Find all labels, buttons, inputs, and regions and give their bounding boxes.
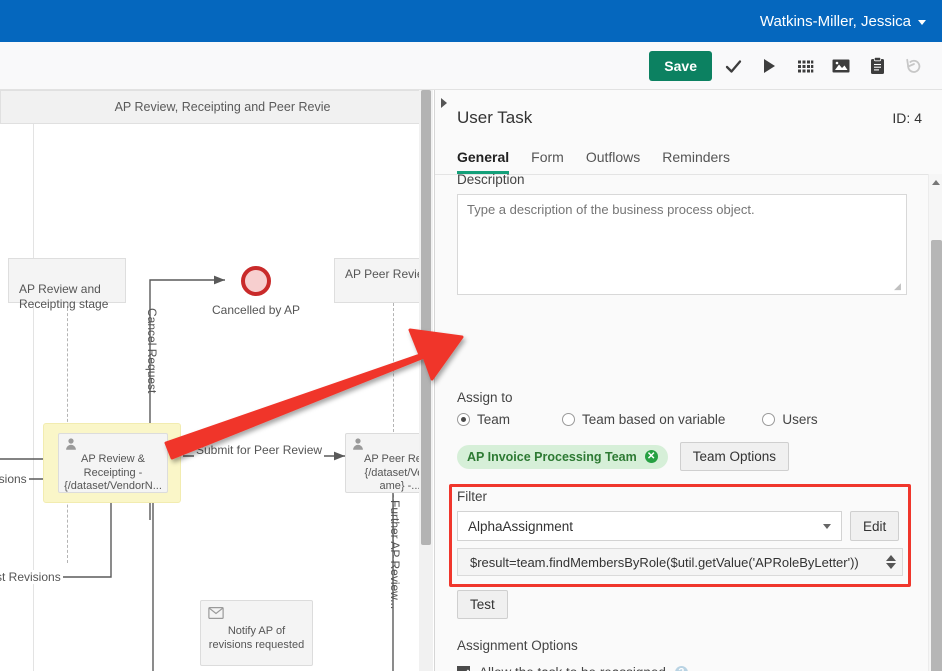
editor-toolbar: Save [0,42,942,90]
task-node-notify-ap[interactable]: Notify AP of revisions requested [200,600,313,666]
application-window: Watkins-Miller, Jessica Save AP Review, … [0,0,942,671]
canvas-scrollbar-thumb[interactable] [421,90,431,545]
flow-label-cancel-request: Cancel Request [145,308,159,394]
send-mail-icon [208,607,224,619]
swimlane-title: AP Review, Receipting and Peer Revie [114,100,331,114]
radio-option-users[interactable]: Users [762,412,818,427]
expression-stepper[interactable] [886,555,896,569]
panel-scrollbar-thumb[interactable] [931,240,942,671]
filter-expression-input[interactable]: $result=team.findMembersByRole($util.get… [457,548,903,576]
flow-label-submit-peer-review: Submit for Peer Review [194,443,325,457]
panel-header: User Task ID: 4 [435,90,942,145]
radio-option-team[interactable]: Team [457,412,510,427]
team-chip[interactable]: AP Invoice Processing Team ✕ [457,444,668,469]
panel-content: Description ◢ Assign to Team Team based … [435,174,928,671]
swimlane-header: AP Review, Receipting and Peer Revie [13,90,433,124]
radio-icon[interactable] [762,413,776,426]
user-name-label: Watkins-Miller, Jessica [759,12,911,30]
end-event-cancelled-by-ap[interactable] [241,266,271,296]
close-icon[interactable]: ✕ [644,450,658,463]
option-allow-reassign: Allow the task to be reassigned ? [457,665,688,671]
filter-edit-button[interactable]: Edit [850,511,900,541]
play-run-icon[interactable] [754,50,784,82]
end-event-label: Cancelled by AP [212,303,301,317]
flow-label-request-revisions: st Revisions [0,570,63,584]
task-node-label: AP Review & Receipting - {/dataset/Vendo… [64,453,162,492]
radio-option-team-variable[interactable]: Team based on variable [562,412,725,427]
checkbox-icon[interactable] [457,666,470,671]
chevron-down-icon [823,523,831,529]
filter-expression-value: $result=team.findMembersByRole($util.get… [470,554,859,570]
image-export-icon[interactable] [826,50,856,82]
undo-revert-icon[interactable] [898,50,928,82]
filter-select-row: AlphaAssignment Edit [457,511,900,541]
radio-icon[interactable] [457,413,470,426]
panel-tabs: General Form Outflows Reminders [435,145,942,175]
lane-divider [33,124,34,671]
team-selection-row: AP Invoice Processing Team ✕ Team Option… [457,442,790,471]
caret-up-icon[interactable] [886,555,896,561]
user-account-menu[interactable]: Watkins-Miller, Jessica [760,0,926,42]
description-label: Description [457,174,525,187]
chevron-down-icon [918,19,926,25]
tab-general[interactable]: General [457,149,510,174]
tab-form[interactable]: Form [531,149,564,174]
top-navigation-bar: Watkins-Miller, Jessica [0,0,942,42]
description-input[interactable] [457,194,907,295]
diagram-connectors [0,275,399,671]
clipboard-icon[interactable] [862,50,892,82]
process-diagram-canvas[interactable]: AP Review, Receipting and Peer Revie AP … [0,90,433,671]
tab-reminders[interactable]: Reminders [662,149,730,174]
user-task-icon [353,438,363,450]
assign-to-radio-group: Team Team based on variable Users [457,412,818,427]
radio-label: Users [782,412,818,427]
grid-icon[interactable] [790,50,820,82]
team-chip-label: AP Invoice Processing Team [467,449,637,464]
panel-vertical-scrollbar[interactable] [928,174,942,671]
task-node-ap-review-receipting[interactable]: AP Review & Receipting - {/dataset/Vendo… [58,433,168,493]
phase-box-ap-review[interactable]: AP Review and Receipting stage [8,258,126,311]
tab-outflows[interactable]: Outflows [586,149,640,174]
team-options-button[interactable]: Team Options [679,442,790,471]
task-node-label: Notify AP of revisions requested [208,625,305,651]
save-button[interactable]: Save [649,51,712,81]
properties-panel: User Task ID: 4 General Form Outflows Re… [434,90,942,671]
assign-to-label: Assign to [457,390,513,405]
user-task-icon [66,438,76,450]
radio-label: Team [477,412,511,427]
filter-select[interactable]: AlphaAssignment [457,511,842,541]
validate-check-icon[interactable] [718,50,748,82]
flow-label-revisions: isions [0,472,29,486]
swimlane-strip [0,90,14,124]
filter-label: Filter [457,489,487,504]
test-button[interactable]: Test [457,590,508,619]
page-title: User Task [457,108,533,127]
flow-label-further-ap-review: Further AP Review... [388,500,402,610]
phase-label: AP Review and Receipting stage [19,282,109,311]
radio-icon[interactable] [562,413,576,426]
canvas-vertical-scrollbar[interactable] [419,90,433,671]
option-label: Allow the task to be reassigned [479,665,666,671]
filter-select-value: AlphaAssignment [468,518,574,534]
object-id-label: ID: 4 [892,110,922,126]
caret-down-icon[interactable] [886,563,896,569]
radio-label: Team based on variable [582,412,726,427]
help-icon[interactable]: ? [674,666,688,671]
assignment-options-label: Assignment Options [457,638,578,653]
scroll-up-arrow-icon[interactable] [932,180,940,185]
